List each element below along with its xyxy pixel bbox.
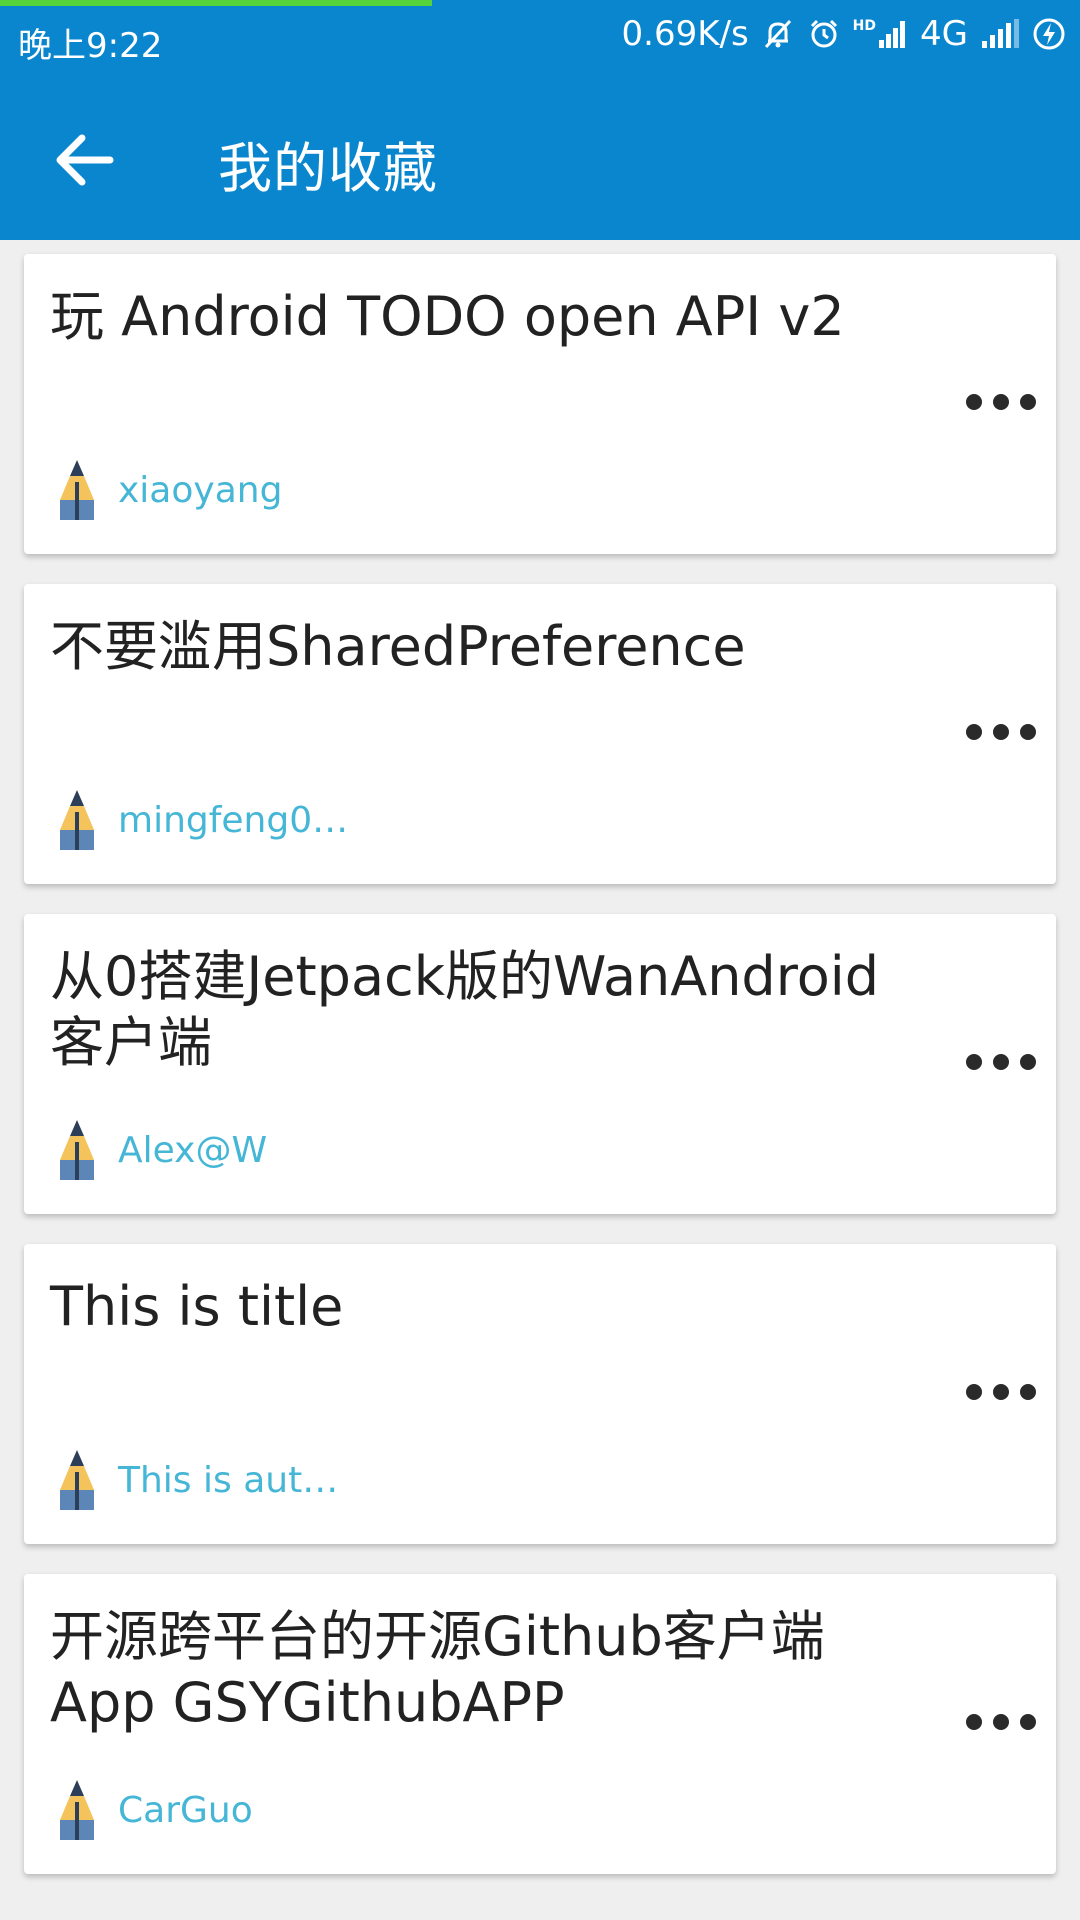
favorite-card[interactable]: 不要滥用SharedPreference mingfeng0…: [24, 584, 1056, 884]
card-author[interactable]: This is aut…: [118, 1460, 338, 1501]
status-bar: 晚上9:22 0.69K/s HD 4G: [0, 6, 1080, 72]
hd-label: HD: [852, 18, 877, 34]
net-speed: 0.69K/s: [621, 14, 749, 54]
card-author[interactable]: Alex@W: [118, 1130, 267, 1171]
favorite-card[interactable]: 玩 Android TODO open API v2 xiaoyang: [24, 254, 1056, 554]
more-horizontal-icon[interactable]: [966, 1042, 1036, 1082]
card-author[interactable]: xiaoyang: [118, 470, 282, 511]
more-horizontal-icon[interactable]: [966, 1702, 1036, 1742]
card-title: This is title: [50, 1275, 344, 1338]
card-title: 不要滥用SharedPreference: [50, 615, 746, 678]
signal-icon: [980, 19, 1020, 49]
card-title: 玩 Android TODO open API v2: [50, 285, 845, 348]
more-horizontal-icon[interactable]: [966, 382, 1036, 422]
back-button[interactable]: [40, 116, 128, 204]
favorite-card[interactable]: 开源跨平台的开源Github客户端App GSYGithubAPP CarGuo: [24, 1574, 1056, 1874]
app-header: 晚上9:22 0.69K/s HD 4G 我的收藏: [0, 0, 1080, 240]
status-icons: 0.69K/s HD 4G: [622, 14, 1067, 54]
card-author[interactable]: mingfeng0…: [118, 800, 348, 841]
more-horizontal-icon[interactable]: [966, 712, 1036, 752]
arrow-left-icon: [56, 134, 114, 186]
page-title: 我的收藏: [218, 137, 438, 200]
alarm-icon: [807, 17, 841, 51]
pencil-icon: [60, 1450, 94, 1510]
more-horizontal-icon[interactable]: [966, 1372, 1036, 1412]
card-author[interactable]: CarGuo: [118, 1790, 253, 1831]
battery-charging-icon: [1032, 17, 1066, 51]
pencil-icon: [60, 790, 94, 850]
pencil-icon: [60, 1120, 94, 1180]
favorite-card[interactable]: This is title This is aut…: [24, 1244, 1056, 1544]
network-type: 4G: [920, 14, 968, 54]
status-time: 晚上9:22: [18, 26, 163, 66]
hd-signal-icon: HD: [853, 19, 908, 49]
pencil-icon: [60, 1780, 94, 1840]
toolbar: 我的收藏: [0, 72, 1080, 240]
favorite-card[interactable]: 从0搭建Jetpack版的WanAndroid客户端 Alex@W: [24, 914, 1056, 1214]
card-title: 开源跨平台的开源Github客户端App GSYGithubAPP: [50, 1605, 825, 1734]
bell-off-icon: [761, 17, 795, 51]
card-title: 从0搭建Jetpack版的WanAndroid客户端: [50, 945, 880, 1074]
pencil-icon: [60, 460, 94, 520]
